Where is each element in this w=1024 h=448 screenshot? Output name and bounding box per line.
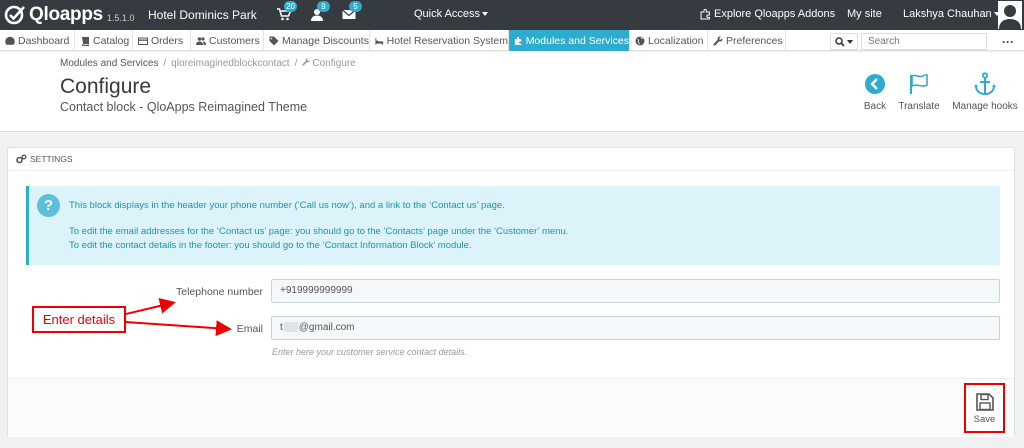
more-options-icon[interactable]: ··· <box>1002 35 1014 49</box>
puzzle-icon <box>514 36 522 45</box>
telephone-value: +919999999999 <box>280 285 353 296</box>
email-prefix: t <box>280 322 283 333</box>
settings-panel: SETTINGS ? This block displays in the he… <box>7 147 1015 437</box>
wrench-icon <box>713 36 723 46</box>
dashboard-icon <box>5 36 15 45</box>
manage-hooks-button[interactable]: Manage hooks <box>950 71 1020 112</box>
search-icon <box>835 36 845 47</box>
globe-icon <box>635 36 645 45</box>
redacted-text <box>283 322 298 333</box>
flag-icon <box>910 73 928 94</box>
nav-item-dashboard[interactable]: Dashboard <box>0 30 75 51</box>
user-avatar-icon <box>999 5 1021 29</box>
nav-item-customers[interactable]: Customers <box>191 30 264 51</box>
customers-notification[interactable]: 9 <box>310 1 330 22</box>
explore-addons-label: Explore Qloapps Addons <box>714 8 836 20</box>
user-menu[interactable]: Lakshya Chauhan <box>903 8 1000 20</box>
nav-item-orders[interactable]: Orders <box>133 30 191 51</box>
explore-addons-link[interactable]: Explore Qloapps Addons <box>700 8 835 20</box>
chevron-down-icon <box>847 39 853 44</box>
qloapps-logo[interactable]: Qloapps 1.5.1.0 <box>4 4 134 26</box>
nav-label: Localization <box>648 34 704 47</box>
info-text-3: To edit the contact details in the foote… <box>69 240 472 251</box>
nav-label: Orders <box>151 34 184 47</box>
email-label: Email <box>236 323 263 335</box>
gears-icon <box>16 154 27 164</box>
manage-hooks-label: Manage hooks <box>952 101 1018 112</box>
translate-label: Translate <box>898 101 940 112</box>
nav-item-localization[interactable]: Localization <box>630 30 708 51</box>
credit-card-icon <box>138 37 148 45</box>
info-text-1: This block displays in the header your p… <box>69 200 505 211</box>
telephone-field[interactable]: +919999999999 <box>271 279 1000 303</box>
telephone-label: Telephone number <box>176 286 263 298</box>
search-type-dropdown[interactable] <box>830 33 858 50</box>
back-label: Back <box>863 101 887 112</box>
floppy-disk-icon <box>975 393 994 411</box>
quick-access-dropdown[interactable]: Quick Access <box>414 8 489 20</box>
nav-item-modules[interactable]: Modules and Services <box>509 30 630 51</box>
users-icon <box>196 36 206 45</box>
anchor-icon <box>974 72 996 96</box>
nav-label: Dashboard <box>18 34 70 47</box>
version-label: 1.5.1.0 <box>106 12 135 23</box>
breadcrumb-root[interactable]: Modules and Services <box>60 58 158 69</box>
messages-notification[interactable]: 5 <box>342 1 362 22</box>
question-icon: ? <box>37 194 60 217</box>
email-field[interactable]: t @gmail.com <box>271 316 1000 340</box>
breadcrumb: Modules and Services / qloreimaginedblockc… <box>60 58 356 69</box>
info-text-2: To edit the email addresses for the ‘Con… <box>69 226 569 237</box>
avatar[interactable] <box>998 1 1022 29</box>
orders-badge: 20 <box>284 1 297 12</box>
nav-label: Hotel Reservation System <box>386 34 508 47</box>
nav-label: Modules and Services <box>525 34 629 47</box>
nav-label: Catalog <box>93 34 130 47</box>
panel-heading: SETTINGS <box>8 148 1014 171</box>
logo-text: Qloapps <box>29 4 103 25</box>
breadcrumb-current: Configure <box>312 58 356 69</box>
email-help-text: Enter here your customer service contact… <box>272 347 468 357</box>
breadcrumb-module[interactable]: qloreimaginedblockcontact <box>171 58 289 69</box>
nav-label: Manage Discounts <box>282 34 369 47</box>
user-name: Lakshya Chauhan <box>903 8 992 20</box>
search-input[interactable] <box>861 33 987 50</box>
nav-item-catalog[interactable]: Catalog <box>75 30 133 51</box>
orders-notification[interactable]: 20 <box>277 1 297 22</box>
save-button[interactable]: Save <box>964 383 1005 433</box>
page-title: Configure <box>60 75 152 98</box>
nav-item-preferences[interactable]: Preferences <box>708 30 786 51</box>
messages-badge: 5 <box>349 1 362 12</box>
back-arrow-icon <box>865 74 885 94</box>
save-label: Save <box>973 414 996 425</box>
quick-access-label: Quick Access <box>414 8 481 20</box>
page-header: Modules and Services / qloreimaginedblockc… <box>0 52 1024 132</box>
customers-badge: 9 <box>317 1 330 12</box>
nav-label: Customers <box>209 34 260 47</box>
bed-icon <box>375 37 384 45</box>
my-site-link[interactable]: My site <box>847 8 882 20</box>
email-suffix: @gmail.com <box>298 322 355 333</box>
wrench-icon <box>302 58 310 66</box>
translate-button[interactable]: Translate <box>896 71 942 112</box>
nav-label: Preferences <box>726 34 783 47</box>
panel-footer <box>8 378 1014 437</box>
qloapps-logo-icon <box>4 5 25 25</box>
annotation-callout: Enter details <box>32 306 126 333</box>
nav-item-hotel-reservation[interactable]: Hotel Reservation System <box>370 30 509 51</box>
page-subtitle: Contact block - QloApps Reimagined Theme <box>60 100 308 114</box>
panel-title: SETTINGS <box>30 154 73 164</box>
nav-item-discounts[interactable]: Manage Discounts <box>264 30 370 51</box>
top-header-bar: Qloapps 1.5.1.0 Hotel Dominics Park 20 9… <box>0 0 1024 30</box>
tag-icon <box>269 36 279 45</box>
book-icon <box>82 36 89 46</box>
chevron-down-icon <box>482 12 489 17</box>
puzzle-icon <box>700 8 710 19</box>
info-alert: ? This block displays in the header your… <box>26 186 1000 265</box>
shop-name[interactable]: Hotel Dominics Park <box>148 8 257 22</box>
back-button[interactable]: Back <box>858 71 892 112</box>
